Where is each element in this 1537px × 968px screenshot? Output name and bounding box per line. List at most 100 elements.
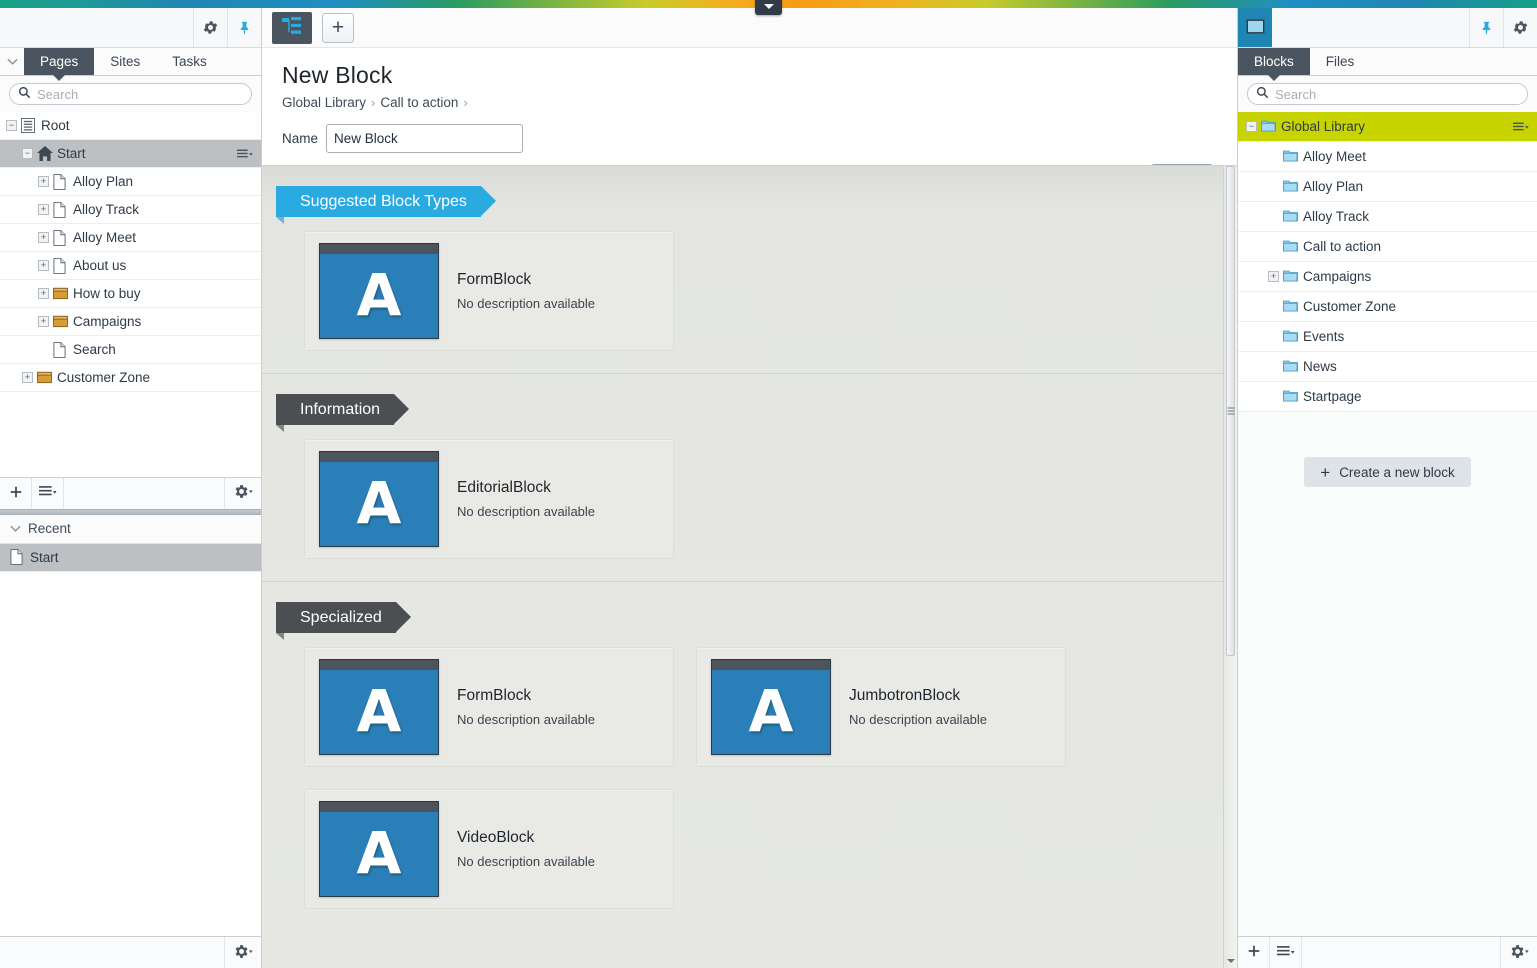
right-settings-button[interactable]	[1503, 8, 1537, 47]
block-section: Suggested Block Types A FormBlock No descri…	[262, 186, 1223, 373]
tree-expander-minus-icon[interactable]: −	[6, 120, 17, 131]
folder-icon	[1283, 239, 1298, 255]
right-list-menu-button[interactable]	[1270, 937, 1302, 968]
left-settings-button[interactable]	[193, 8, 227, 47]
tab-files[interactable]: Files	[1310, 48, 1371, 75]
right-toolbar-settings-button[interactable]	[1501, 937, 1537, 968]
page-tree-row[interactable]: + How to buy	[0, 280, 261, 308]
block-tree-row[interactable]: + Campaigns	[1238, 262, 1537, 292]
block-card-grid: A FormBlock No description available	[262, 217, 1223, 351]
page-tree-row[interactable]: Search	[0, 336, 261, 364]
page-tree-row[interactable]: + About us	[0, 252, 261, 280]
block-type-card[interactable]: A EditorialBlock No description available	[304, 439, 674, 559]
gear-dropdown-icon	[233, 484, 253, 502]
page-title: New Block	[282, 62, 393, 88]
left-tabs-collapse-button[interactable]	[0, 48, 24, 75]
folder-icon	[1283, 329, 1298, 345]
tree-expander-minus-icon[interactable]: −	[1246, 121, 1257, 132]
folder-icon	[1283, 299, 1298, 315]
page-tree-row[interactable]: + Alloy Meet	[0, 224, 261, 252]
block-library-tree: − Global Library Alloy Meet Alloy Plan Alloy…	[1238, 112, 1537, 412]
page-tree-row-label: Root	[41, 118, 70, 133]
block-type-card[interactable]: A JumbotronBlock No description available	[696, 647, 1066, 767]
page-tree-row[interactable]: + Alloy Plan	[0, 168, 261, 196]
tab-pages[interactable]: Pages	[24, 48, 95, 81]
left-toolbar-settings-button[interactable]	[225, 478, 261, 509]
page-tree-row[interactable]: + Alloy Track	[0, 196, 261, 224]
left-add-page-button[interactable]	[0, 477, 32, 509]
right-panel-toggle-button[interactable]	[1238, 8, 1272, 47]
recent-list-item[interactable]: Start	[0, 543, 261, 572]
block-tree-row[interactable]: News	[1238, 352, 1537, 382]
tab-blocks[interactable]: Blocks	[1238, 48, 1310, 81]
block-section-header: Specialized	[262, 602, 1223, 633]
tree-expander-plus-icon[interactable]: +	[1268, 271, 1279, 282]
breadcrumb-item-call-to-action[interactable]: Call to action	[380, 95, 458, 110]
block-section-ribbon: Specialized	[276, 602, 411, 633]
main-add-button[interactable]: +	[322, 12, 354, 43]
tree-expander-plus-icon[interactable]: +	[38, 232, 49, 243]
folder-icon	[1261, 119, 1276, 135]
block-tree-row[interactable]: Alloy Plan	[1238, 172, 1537, 202]
block-type-card[interactable]: A FormBlock No description available	[304, 647, 674, 767]
list-menu-icon	[1276, 945, 1295, 961]
block-tree-row[interactable]: − Global Library	[1238, 112, 1537, 142]
tree-expander-plus-icon[interactable]: +	[38, 204, 49, 215]
page-tree-row[interactable]: + Campaigns	[0, 308, 261, 336]
tree-expander-minus-icon[interactable]: −	[22, 148, 33, 159]
block-form-header: New Block Global Library › Call to actio…	[262, 48, 1237, 187]
scrollbar-thumb[interactable]	[1226, 166, 1235, 656]
home-icon	[37, 145, 53, 162]
block-thumbnail-letter: A	[356, 819, 402, 887]
tab-sites[interactable]: Sites	[94, 48, 156, 75]
block-tree-row[interactable]: Customer Zone	[1238, 292, 1537, 322]
tree-expander-plus-icon[interactable]: +	[22, 372, 33, 383]
block-tree-row-label: Call to action	[1303, 239, 1382, 254]
block-tree-row[interactable]: Alloy Track	[1238, 202, 1537, 232]
create-new-block-button[interactable]: + Create a new block	[1304, 457, 1471, 487]
block-type-card[interactable]: A VideoBlock No description available	[304, 789, 674, 909]
page-tree-row-menu-button[interactable]	[237, 148, 253, 160]
page-icon	[53, 341, 68, 358]
right-add-button[interactable]	[1238, 937, 1270, 968]
recent-list-item-label: Start	[30, 549, 59, 565]
sitemap-toggle-button[interactable]	[272, 11, 312, 44]
tree-expander-plus-icon[interactable]: +	[38, 176, 49, 187]
block-section: Specialized A FormBlock No description avai…	[262, 602, 1223, 931]
right-panel-tabs: Blocks Files	[1238, 48, 1537, 81]
tree-expander-plus-icon[interactable]: +	[38, 288, 49, 299]
name-input[interactable]	[326, 124, 524, 153]
chevron-down-icon	[763, 4, 774, 9]
global-menu-dropdown-tab[interactable]	[755, 0, 782, 15]
block-tree-row-menu-button[interactable]	[1513, 121, 1529, 133]
right-search-box[interactable]	[1247, 83, 1528, 105]
breadcrumb-item-global-library[interactable]: Global Library	[282, 95, 366, 110]
left-footer-settings-button[interactable]	[225, 937, 261, 968]
page-tree-row-label: Start	[57, 146, 86, 161]
tree-expander-plus-icon[interactable]: +	[38, 260, 49, 271]
block-tree-row[interactable]: Startpage	[1238, 382, 1537, 412]
block-tree-row[interactable]: Call to action	[1238, 232, 1537, 262]
right-pin-button[interactable]	[1469, 8, 1503, 47]
tab-tasks[interactable]: Tasks	[156, 48, 223, 75]
recent-section-header[interactable]: Recent	[0, 514, 261, 544]
block-type-card[interactable]: A FormBlock No description available	[304, 231, 674, 351]
left-search-box[interactable]	[9, 83, 252, 105]
right-search-input[interactable]	[1275, 86, 1519, 102]
tab-blocks-label: Blocks	[1254, 54, 1294, 69]
block-area-scrollbar[interactable]	[1223, 166, 1237, 968]
page-tree-row[interactable]: + Customer Zone	[0, 364, 261, 392]
left-pin-button[interactable]	[227, 8, 261, 47]
page-tree-row[interactable]: − Root	[0, 112, 261, 140]
block-tree-row[interactable]: Events	[1238, 322, 1537, 352]
block-section-ribbon: Suggested Block Types	[276, 186, 496, 217]
block-card-text: EditorialBlock No description available	[457, 479, 595, 519]
block-section: Information A EditorialBlock No description…	[262, 394, 1223, 581]
left-list-menu-button[interactable]	[32, 477, 64, 509]
tree-expander-plus-icon[interactable]: +	[38, 316, 49, 327]
block-tree-row[interactable]: Alloy Meet	[1238, 142, 1537, 172]
scrollbar-down-arrow[interactable]	[1224, 954, 1237, 968]
left-bottom-toolbar	[0, 476, 261, 509]
page-tree-row[interactable]: − Start	[0, 140, 261, 168]
search-input[interactable]	[37, 86, 243, 102]
